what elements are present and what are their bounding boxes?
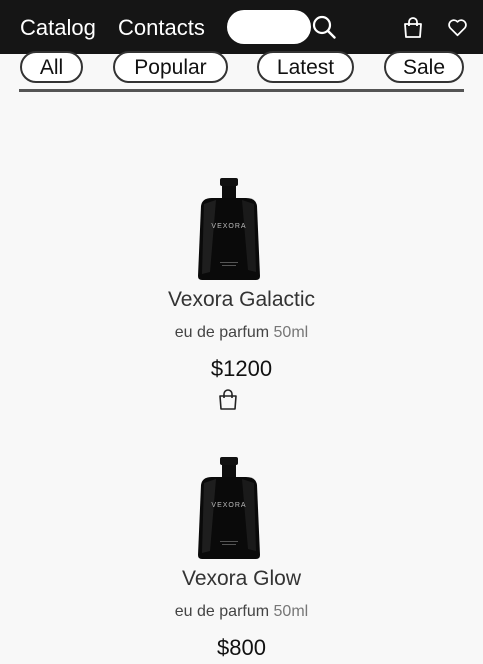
bottle-label: VEXORA (211, 502, 246, 509)
product-price: $1200 (210, 356, 273, 381)
product-volume: 50ml (273, 324, 309, 341)
add-to-cart-icon[interactable] (218, 389, 238, 410)
heart-icon[interactable] (447, 18, 468, 37)
bottle-label: VEXORA (211, 223, 246, 230)
product-name[interactable]: Vexora Galactic (0, 288, 483, 312)
product-type: eu de parfum (174, 603, 270, 620)
shopping-bag-icon[interactable] (403, 17, 423, 38)
search-icon[interactable] (312, 15, 336, 39)
product-card: VEXORA Vexora Glow eu de parfum 50ml $80… (0, 455, 483, 664)
nav-link-contacts[interactable]: Contacts (118, 14, 205, 42)
filter-bar: All Popular Latest Sale (0, 50, 483, 94)
search-input[interactable] (227, 10, 311, 44)
perfume-bottle-image[interactable]: VEXORA (196, 455, 262, 561)
filter-all-button[interactable]: All (20, 51, 83, 83)
nav-link-catalog[interactable]: Catalog (20, 14, 96, 42)
product-description: eu de parfum 50ml (0, 324, 483, 342)
product-price: $800 (217, 635, 266, 660)
filter-popular-button[interactable]: Popular (113, 51, 228, 83)
top-navigation-bar: Catalog Contacts (0, 0, 483, 54)
product-card: VEXORA Vexora Galactic eu de parfum 50ml… (0, 176, 483, 416)
perfume-bottle-image[interactable]: VEXORA (196, 176, 262, 282)
product-type: eu de parfum (174, 324, 270, 341)
filter-divider (19, 89, 464, 92)
product-volume: 50ml (273, 603, 309, 620)
filter-latest-button[interactable]: Latest (257, 51, 354, 83)
product-description: eu de parfum 50ml (0, 603, 483, 621)
product-name[interactable]: Vexora Glow (0, 567, 483, 591)
filter-sale-button[interactable]: Sale (384, 51, 464, 83)
